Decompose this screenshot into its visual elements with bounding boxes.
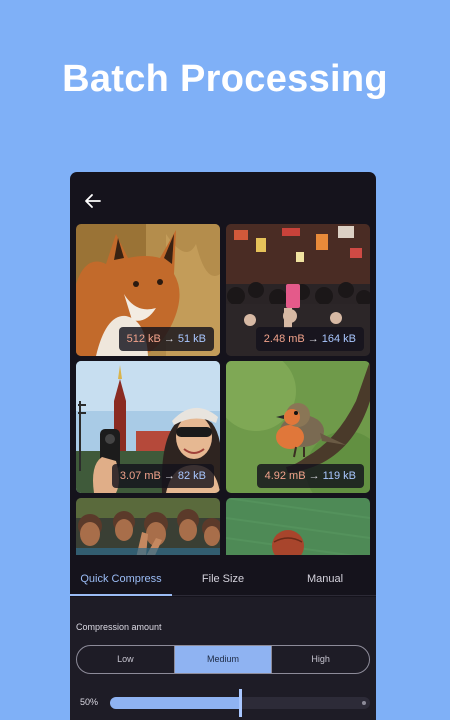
tab-file-size[interactable]: File Size <box>172 564 274 595</box>
original-size: 3.07 mB <box>119 470 161 482</box>
size-badge: 3.07 mB → 82 kB <box>111 464 214 488</box>
arrow-glyph: → <box>163 470 175 482</box>
children-photo <box>76 498 220 555</box>
quality-slider[interactable] <box>110 689 370 717</box>
slider-fill <box>110 697 240 709</box>
compression-settings-panel: Compression amount Low Medium High 50% <box>70 597 376 720</box>
slider-end-dot <box>362 701 366 705</box>
image-tile-ball[interactable] <box>226 498 370 555</box>
option-high[interactable]: High <box>271 646 369 673</box>
image-tile-robin[interactable]: 4.92 mB → 119 kB <box>226 361 370 493</box>
back-button[interactable] <box>82 190 104 212</box>
compression-level-selector: Low Medium High <box>76 645 370 674</box>
compressed-size: 119 kB <box>322 470 356 482</box>
option-medium[interactable]: Medium <box>173 646 272 673</box>
image-grid: 512 kB → 51 kB 2.48 mB → 164 kB 3.07 mB … <box>76 224 370 555</box>
size-badge: 512 kB → 51 kB <box>118 327 214 351</box>
image-tile-children[interactable] <box>76 498 220 555</box>
image-tile-selfie[interactable]: 3.07 mB → 82 kB <box>76 361 220 493</box>
compressed-size: 51 kB <box>177 333 206 345</box>
image-tile-crowd[interactable]: 2.48 mB → 164 kB <box>226 224 370 356</box>
arrow-glyph: → <box>308 470 320 482</box>
compressed-size: 164 kB <box>321 333 356 345</box>
mode-tabs: Quick Compress File Size Manual <box>70 564 376 596</box>
arrow-left-icon <box>85 194 101 208</box>
compressed-size: 82 kB <box>177 470 206 482</box>
ball-photo <box>226 498 370 555</box>
original-size: 2.48 mB <box>263 333 305 345</box>
arrow-glyph: → <box>163 333 175 345</box>
promo-headline: Batch Processing <box>62 58 388 100</box>
size-badge: 2.48 mB → 164 kB <box>255 327 364 351</box>
tab-manual[interactable]: Manual <box>274 564 376 595</box>
app-screen: 512 kB → 51 kB 2.48 mB → 164 kB 3.07 mB … <box>70 172 376 720</box>
size-badge: 4.92 mB → 119 kB <box>256 464 364 488</box>
original-size: 4.92 mB <box>264 470 306 482</box>
quality-slider-row: 50% <box>80 689 370 717</box>
arrow-glyph: → <box>307 333 319 345</box>
option-low[interactable]: Low <box>77 646 174 673</box>
quality-value: 50% <box>80 697 99 707</box>
image-tile-fox[interactable]: 512 kB → 51 kB <box>76 224 220 356</box>
original-size: 512 kB <box>126 333 161 345</box>
compression-amount-label: Compression amount <box>76 622 162 632</box>
tab-quick-compress[interactable]: Quick Compress <box>70 564 172 596</box>
slider-thumb[interactable] <box>238 689 242 717</box>
